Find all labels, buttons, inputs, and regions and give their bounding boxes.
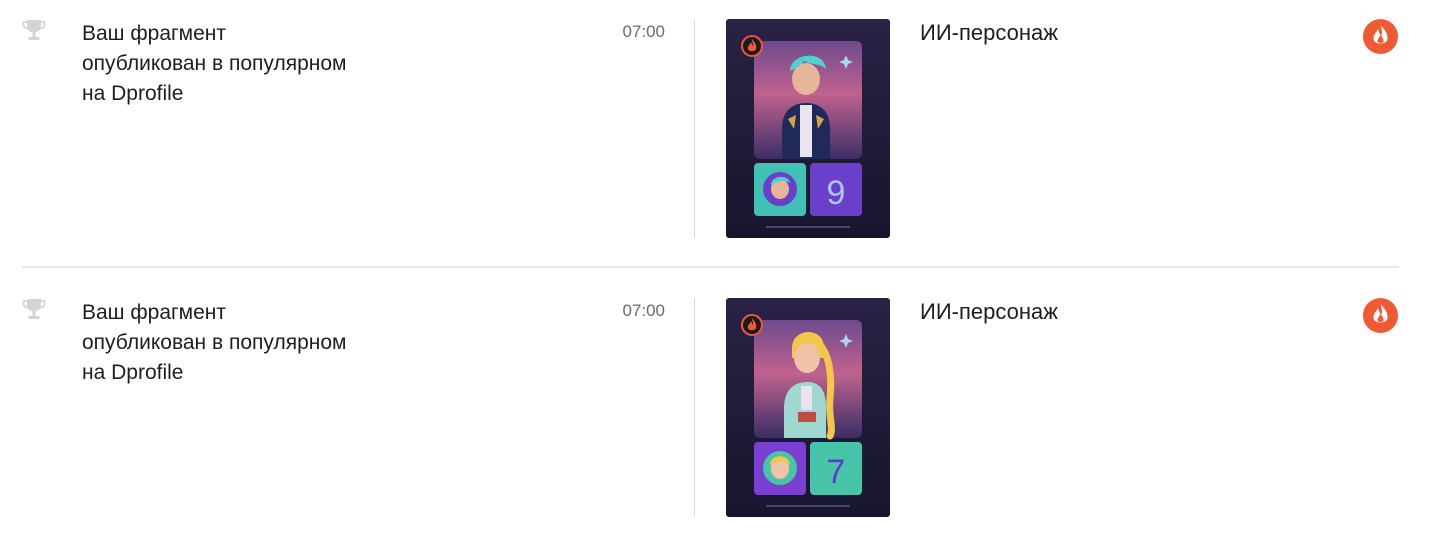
trophy-icon <box>22 18 46 44</box>
trophy-icon <box>22 297 46 323</box>
svg-text:9: 9 <box>827 174 846 212</box>
fragment-category-label: ИИ-персонаж <box>920 299 1058 324</box>
notification-item[interactable]: Ваш фрагмент опубликован в популярном на… <box>0 279 1450 519</box>
vertical-divider <box>694 298 695 517</box>
fire-icon[interactable] <box>1362 297 1399 334</box>
fragment-preview-thumbnail[interactable]: 9 <box>726 19 890 238</box>
horizontal-divider <box>22 266 1399 268</box>
message-line: опубликован в популярном <box>82 52 347 75</box>
message-line: Ваш фрагмент <box>82 301 226 324</box>
fragment-preview-thumbnail[interactable]: 7 <box>726 298 890 517</box>
fragment-category-label: ИИ-персонаж <box>920 20 1058 45</box>
fire-icon[interactable] <box>1362 18 1399 55</box>
message-line: опубликован в популярном <box>82 331 347 354</box>
notification-time: 07:00 <box>622 301 665 320</box>
svg-text:7: 7 <box>827 453 846 491</box>
message-line: на Dprofile <box>82 361 184 384</box>
notification-message: Ваш фрагмент опубликован в популярном на… <box>82 298 412 388</box>
notification-message: Ваш фрагмент опубликован в популярном на… <box>82 19 412 109</box>
notification-feed: Ваш фрагмент опубликован в популярном на… <box>0 0 1450 539</box>
message-line: Ваш фрагмент <box>82 22 226 45</box>
notification-item[interactable]: Ваш фрагмент опубликован в популярном на… <box>0 0 1450 240</box>
vertical-divider <box>694 19 695 238</box>
message-line: на Dprofile <box>82 82 184 105</box>
notification-time: 07:00 <box>622 22 665 41</box>
